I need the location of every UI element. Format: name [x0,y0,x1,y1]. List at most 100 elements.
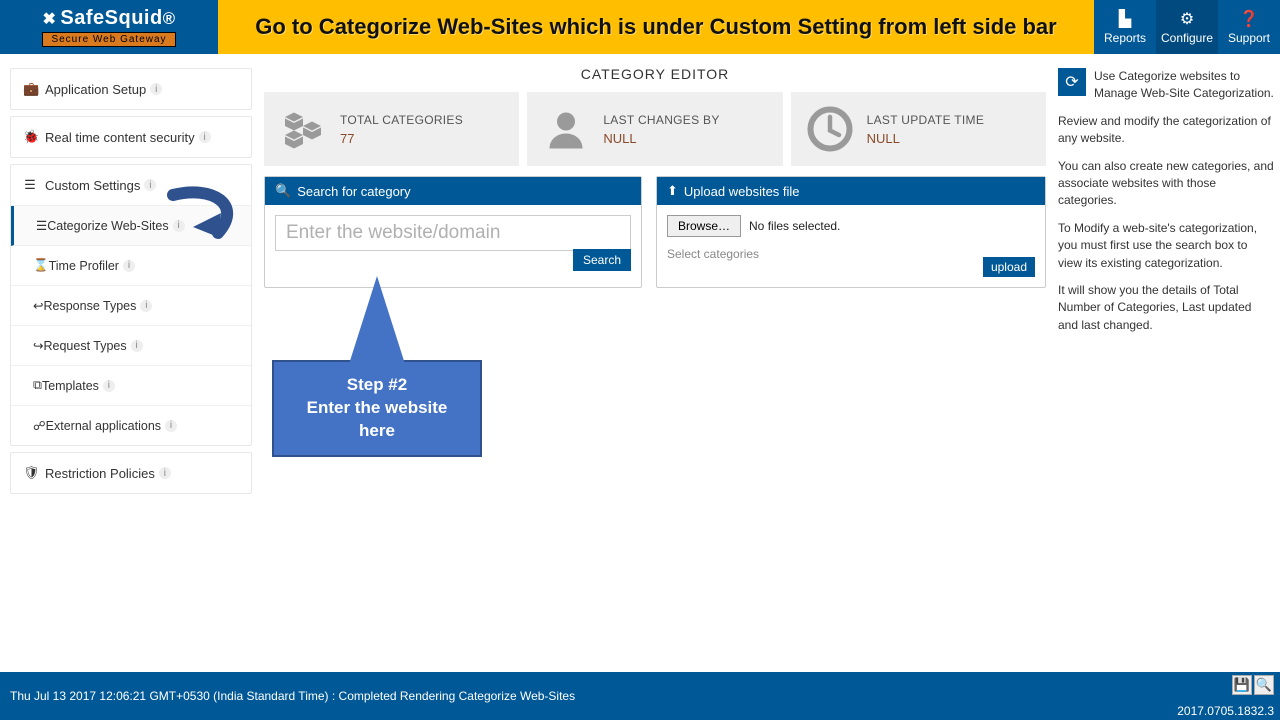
info-icon: i [103,380,115,392]
page-title: CATEGORY EDITOR [264,54,1046,92]
sidebar-item-time-profiler-label: Time Profiler [49,259,119,273]
info-icon: i [150,83,162,95]
cubes-icon [276,102,330,156]
sidebar-restriction[interactable]: 🛡 Restriction Policies i [11,453,251,493]
upload-panel: ⬆ Upload websites file Browse… No files … [656,176,1046,288]
sidebar-item-templates-label: Templates [42,379,99,393]
sidebar-item-templates[interactable]: ⧉ Templates i [11,366,251,406]
sidebar-item-response-types-label: Response Types [43,299,136,313]
sidebar-item-time-profiler[interactable]: ⌛ Time Profiler i [11,246,251,286]
search-panel: 🔍 Search for category Search [264,176,642,288]
stat-total-value: 77 [340,131,463,146]
gears-icon: ⚙ [1180,9,1194,29]
info-icon: i [165,420,177,432]
upload-button[interactable]: upload [983,257,1035,277]
stat-changes-label: LAST CHANGES BY [603,113,719,127]
info-icon: i [131,340,143,352]
help-p2: Review and modify the categorization of … [1058,113,1274,148]
info-icon: i [159,467,171,479]
sidebar-restriction-label: Restriction Policies [45,466,155,481]
hourglass-icon: ⌛ [33,258,49,273]
help-p5: It will show you the details of Total Nu… [1058,282,1274,334]
nav-configure[interactable]: ⚙ Configure [1156,0,1218,54]
sidebar: 💼 Application Setup i 🐞 Real time conten… [0,54,252,672]
upload-panel-title: Upload websites file [684,184,800,199]
info-icon: i [144,179,156,191]
save-icon-button[interactable]: 💾 [1232,675,1252,695]
version-text: 2017.0705.1832.3 [1177,704,1274,718]
sidebar-item-request-types-label: Request Types [43,339,126,353]
stat-update-value: NULL [867,131,985,146]
footer: Thu Jul 13 2017 12:06:21 GMT+0530 (India… [0,672,1280,720]
info-icon: i [173,220,185,232]
select-categories[interactable]: Select categories [667,247,1035,261]
top-nav: ▙ Reports ⚙ Configure ❓ Support [1094,0,1280,54]
info-icon: i [123,260,135,272]
nav-support-label: Support [1228,31,1270,45]
sidebar-app-setup-label: Application Setup [45,82,146,97]
callout-line3: here [280,420,474,443]
shield-icon: 🛡 [23,465,37,481]
briefcase-icon: 💼 [23,81,37,97]
sidebar-custom[interactable]: ☰ Custom Settings i [11,165,251,206]
sidebar-item-request-types[interactable]: ↪ Request Types i [11,326,251,366]
help-p1: Use Categorize websites to Manage Web-Si… [1058,68,1274,103]
sidebar-realtime-label: Real time content security [45,130,195,145]
search-panel-title: Search for category [297,184,410,199]
stats-row: TOTAL CATEGORIES 77 LAST CHANGES BY NULL [264,92,1046,166]
logo-text: SafeSquid [60,7,162,30]
footer-status: Thu Jul 13 2017 12:06:21 GMT+0530 (India… [10,689,575,703]
stat-last-changes: LAST CHANGES BY NULL [527,92,782,166]
callout-line1: Step #2 [280,374,474,397]
user-icon [539,102,593,156]
browse-button[interactable]: Browse… [667,215,741,237]
clock-icon [803,102,857,156]
logo-subtitle: Secure Web Gateway [42,32,175,47]
sidebar-item-response-types[interactable]: ↩ Response Types i [11,286,251,326]
nav-reports[interactable]: ▙ Reports [1094,0,1156,54]
sidebar-realtime[interactable]: 🐞 Real time content security i [11,117,251,157]
sidebar-item-external-apps-label: External applications [46,419,161,433]
sliders-icon: ☰ [23,177,37,193]
banner-text: Go to Categorize Web-Sites which is unde… [255,14,1056,40]
search-icon: 🔍 [275,183,291,199]
help-p4: To Modify a web-site's categorization, y… [1058,220,1274,272]
sidebar-custom-label: Custom Settings [45,178,140,193]
annotation-callout: Step #2 Enter the website here [272,360,482,457]
stack-icon: ☰ [36,218,47,233]
info-icon: i [199,131,211,143]
stat-changes-value: NULL [603,131,719,146]
nav-configure-label: Configure [1161,31,1213,45]
refresh-button[interactable]: ⟳ [1058,68,1086,96]
reply-icon: ↩ [33,298,43,313]
help-p3: You can also create new categories, and … [1058,158,1274,210]
template-icon: ⧉ [33,378,42,393]
chart-icon: ▙ [1119,9,1131,29]
logo: ✖ SafeSquid® Secure Web Gateway [0,0,218,54]
nofiles-text: No files selected. [749,219,840,233]
refresh-icon: ⟳ [1065,72,1078,92]
nav-reports-label: Reports [1104,31,1146,45]
stat-update-label: LAST UPDATE TIME [867,113,985,127]
help-column: ⟳ Use Categorize websites to Manage Web-… [1058,54,1280,672]
wrench-icon: ✖ [43,9,57,29]
info-icon: i [140,300,152,312]
stat-total-label: TOTAL CATEGORIES [340,113,463,127]
help-icon: ❓ [1239,9,1259,29]
topbar: ✖ SafeSquid® Secure Web Gateway Go to Ca… [0,0,1280,54]
search-input[interactable] [275,215,631,251]
search-button[interactable]: Search [573,249,631,271]
logo-reg: ® [163,9,176,29]
sidebar-item-categorize-label: Categorize Web-Sites [47,219,168,233]
stat-last-update: LAST UPDATE TIME NULL [791,92,1046,166]
nav-support[interactable]: ❓ Support [1218,0,1280,54]
external-icon: ☍ [33,418,46,433]
sidebar-item-external-apps[interactable]: ☍ External applications i [11,406,251,445]
search-icon-button[interactable]: 🔍 [1254,675,1274,695]
forward-icon: ↪ [33,338,43,353]
bug-icon: 🐞 [23,129,37,145]
upload-icon: ⬆ [667,183,678,199]
sidebar-item-categorize[interactable]: ☰ Categorize Web-Sites i [11,206,251,246]
sidebar-app-setup[interactable]: 💼 Application Setup i [11,69,251,109]
stat-total-categories: TOTAL CATEGORIES 77 [264,92,519,166]
